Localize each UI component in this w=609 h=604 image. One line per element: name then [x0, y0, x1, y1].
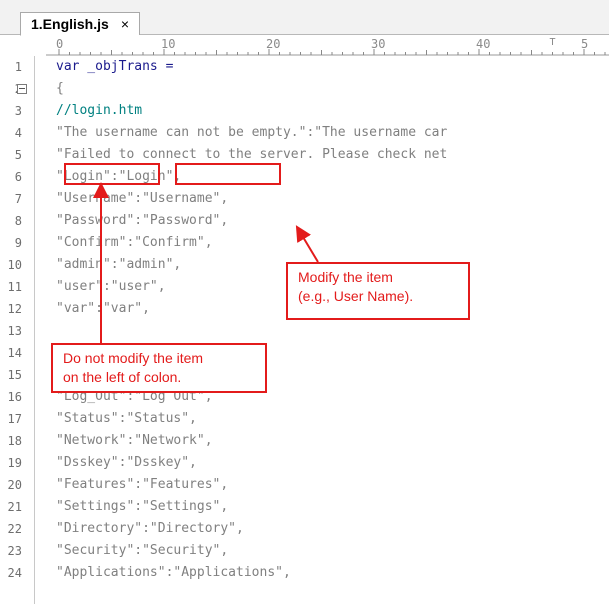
ruler-label: 40 — [476, 37, 490, 51]
ruler-label: 0 — [56, 37, 63, 51]
line-number: 11 — [7, 280, 22, 294]
line-text: "Features":"Features", — [56, 477, 229, 492]
fold-collapse-icon[interactable] — [17, 84, 27, 94]
line-number: 14 — [7, 346, 22, 360]
line-text: "Security":"Security", — [56, 543, 229, 558]
line-text: "Applications":"Applications", — [56, 565, 291, 580]
line-text: "var":"var", — [56, 301, 150, 316]
ruler-label: 5 — [581, 37, 588, 51]
code-line[interactable]: 24 "Applications":"Applications", — [0, 564, 609, 582]
line-number: 16 — [7, 390, 22, 404]
line-number: 20 — [7, 478, 22, 492]
code-line[interactable]: 4 "The username can not be empty.":"The u… — [0, 124, 609, 142]
line-text: "Confirm":"Confirm", — [56, 235, 213, 250]
line-text: "admin":"admin", — [56, 257, 182, 272]
code-area[interactable]: 1 var _objTrans = 2{ 3 //login.htm 4 "The user… — [0, 56, 609, 604]
line-number: 3 — [14, 104, 22, 118]
tab-english-js[interactable]: 1.English.js × — [20, 12, 140, 36]
code-line[interactable]: 8 "Password":"Password", — [0, 212, 609, 230]
code-line[interactable]: 3 //login.htm — [0, 102, 609, 120]
code-line[interactable]: 22 "Directory":"Directory", — [0, 520, 609, 538]
close-icon[interactable]: × — [121, 16, 129, 32]
line-text: "Failed to connect to the server. Please… — [56, 147, 448, 162]
ruler-label: 10 — [161, 37, 175, 51]
tab-title: 1.English.js — [31, 16, 109, 32]
ruler-tab-marker: T — [550, 37, 556, 48]
line-number: 22 — [7, 522, 22, 536]
do-not-modify-callout: Do not modify the item on the left of co… — [51, 343, 267, 393]
line-number: 18 — [7, 434, 22, 448]
line-text: "Settings":"Settings", — [56, 499, 229, 514]
code-line[interactable]: 17 "Status":"Status", — [0, 410, 609, 428]
line-number: 17 — [7, 412, 22, 426]
code-line[interactable]: 13 — [0, 322, 609, 340]
code-line[interactable]: 2{ — [0, 80, 609, 98]
code-line[interactable]: 7 "Username":"Username", — [0, 190, 609, 208]
line-number: 19 — [7, 456, 22, 470]
code-line[interactable]: 21 "Settings":"Settings", — [0, 498, 609, 516]
line-text: "Directory":"Directory", — [56, 521, 244, 536]
value-highlight-box — [175, 163, 281, 185]
line-number: 5 — [14, 148, 22, 162]
code-line[interactable]: 23 "Security":"Security", — [0, 542, 609, 560]
line-number: 13 — [7, 324, 22, 338]
line-text: "Password":"Password", — [56, 213, 229, 228]
code-line[interactable]: 1 var _objTrans = — [0, 58, 609, 76]
line-number: 7 — [14, 192, 22, 206]
line-text: //login.htm — [56, 103, 143, 118]
ruler-label: 20 — [266, 37, 280, 51]
line-number: 8 — [14, 214, 22, 228]
code-line[interactable]: 9 "Confirm":"Confirm", — [0, 234, 609, 252]
line-number: 23 — [7, 544, 22, 558]
line-text: var _objTrans = — [56, 59, 174, 74]
ruler-ticks: 0 10 20 30 40 5 T — [46, 37, 609, 56]
line-number: 21 — [7, 500, 22, 514]
line-text: "Username":"Username", — [56, 191, 229, 206]
line-number: 15 — [7, 368, 22, 382]
line-text: "Dsskey":"Dsskey", — [56, 455, 197, 470]
ruler-label: 30 — [371, 37, 385, 51]
line-text: "The username can not be empty.":"The us… — [56, 125, 448, 140]
line-number: 6 — [14, 170, 22, 184]
tab-bar: 1.English.js × — [0, 0, 609, 36]
line-text: "Network":"Network", — [56, 433, 213, 448]
line-number: 4 — [14, 126, 22, 140]
key-highlight-box — [64, 163, 160, 185]
line-text: "user":"user", — [56, 279, 166, 294]
code-line[interactable]: 5 "Failed to connect to the server. Pleas… — [0, 146, 609, 164]
line-text: "Status":"Status", — [56, 411, 197, 426]
code-line[interactable]: 18 "Network":"Network", — [0, 432, 609, 450]
line-number: 24 — [7, 566, 22, 580]
line-number: 10 — [7, 258, 22, 272]
code-line[interactable]: 20 "Features":"Features", — [0, 476, 609, 494]
line-text: { — [56, 81, 64, 96]
code-line[interactable]: 19 "Dsskey":"Dsskey", — [0, 454, 609, 472]
modify-item-callout: Modify the item (e.g., User Name). — [286, 262, 470, 320]
line-number: 12 — [7, 302, 22, 316]
column-ruler: 0 10 20 30 40 5 T — [46, 35, 609, 56]
editor-window: 1.English.js × 0 10 20 30 40 5 T 1 var _objTran… — [0, 0, 609, 604]
line-number: 1 — [14, 60, 22, 74]
line-number: 9 — [14, 236, 22, 250]
